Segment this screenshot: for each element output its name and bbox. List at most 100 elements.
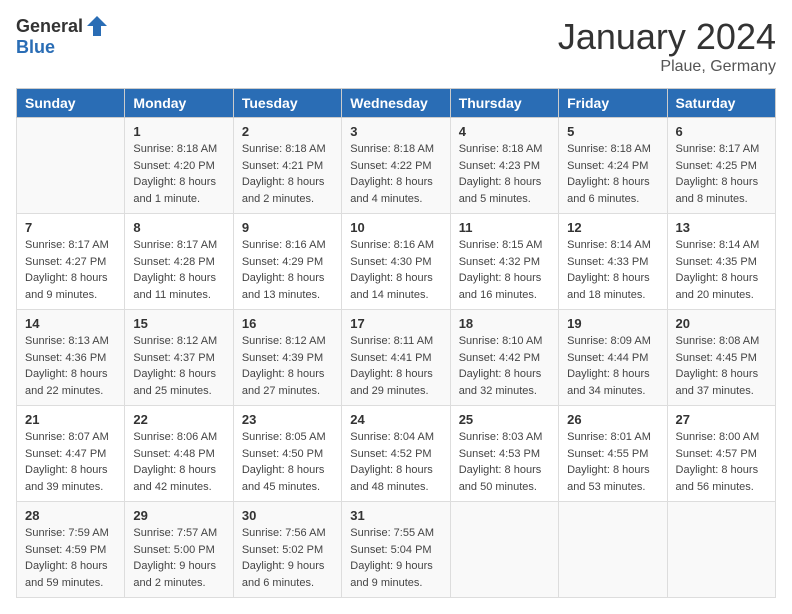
calendar-cell: 20 Sunrise: 8:08 AMSunset: 4:45 PMDayligh… [667, 310, 775, 406]
day-info: Sunrise: 8:10 AMSunset: 4:42 PMDaylight:… [459, 333, 550, 399]
day-info: Sunrise: 8:17 AMSunset: 4:25 PMDaylight:… [676, 141, 767, 207]
calendar-cell: 16Sunrise: 8:12 AMSunset: 4:39 PMDayligh… [233, 310, 341, 406]
calendar-header-saturday: Saturday [667, 89, 775, 118]
calendar-week-2: 7 Sunrise: 8:17 AMSunset: 4:27 PMDaylight… [17, 214, 776, 310]
day-info: Sunrise: 8:18 AMSunset: 4:23 PMDaylight:… [459, 141, 550, 207]
day-info: Sunrise: 7:57 AMSunset: 5:00 PMDaylight:… [133, 525, 224, 591]
calendar-cell [17, 118, 125, 214]
day-info: Sunrise: 8:04 AMSunset: 4:52 PMDaylight:… [350, 429, 441, 495]
calendar-cell: 12 Sunrise: 8:14 AMSunset: 4:33 PMDayligh… [559, 214, 667, 310]
day-info: Sunrise: 8:05 AMSunset: 4:50 PMDaylight:… [242, 429, 333, 495]
day-number: 17 [350, 316, 441, 331]
logo-blue: Blue [16, 37, 55, 57]
calendar-cell: 10Sunrise: 8:16 AMSunset: 4:30 PMDayligh… [342, 214, 450, 310]
day-number: 26 [567, 412, 658, 427]
calendar-table: SundayMondayTuesdayWednesdayThursdayFrid… [16, 88, 776, 598]
day-number: 27 [676, 412, 767, 427]
logo-icon [85, 14, 109, 38]
day-info: Sunrise: 8:18 AMSunset: 4:20 PMDaylight:… [133, 141, 224, 207]
calendar-cell: 25Sunrise: 8:03 AMSunset: 4:53 PMDayligh… [450, 406, 558, 502]
location: Plaue, Germany [558, 58, 776, 76]
calendar-cell: 30 Sunrise: 7:56 AMSunset: 5:02 PMDayligh… [233, 502, 341, 598]
calendar-cell: 9 Sunrise: 8:16 AMSunset: 4:29 PMDaylight… [233, 214, 341, 310]
calendar-cell: 17 Sunrise: 8:11 AMSunset: 4:41 PMDayligh… [342, 310, 450, 406]
day-number: 1 [133, 124, 224, 139]
day-number: 12 [567, 220, 658, 235]
day-info: Sunrise: 7:56 AMSunset: 5:02 PMDaylight:… [242, 525, 333, 591]
calendar-cell: 15 Sunrise: 8:12 AMSunset: 4:37 PMDayligh… [125, 310, 233, 406]
calendar-cell: 11 Sunrise: 8:15 AMSunset: 4:32 PMDayligh… [450, 214, 558, 310]
day-info: Sunrise: 8:15 AMSunset: 4:32 PMDaylight:… [459, 237, 550, 303]
day-number: 4 [459, 124, 550, 139]
calendar-cell: 6Sunrise: 8:17 AMSunset: 4:25 PMDaylight… [667, 118, 775, 214]
day-info: Sunrise: 8:06 AMSunset: 4:48 PMDaylight:… [133, 429, 224, 495]
logo: General Blue [16, 16, 109, 58]
day-number: 8 [133, 220, 224, 235]
calendar-cell: 1 Sunrise: 8:18 AMSunset: 4:20 PMDaylight… [125, 118, 233, 214]
day-number: 15 [133, 316, 224, 331]
calendar-week-3: 14 Sunrise: 8:13 AMSunset: 4:36 PMDayligh… [17, 310, 776, 406]
day-number: 22 [133, 412, 224, 427]
day-number: 11 [459, 220, 550, 235]
day-number: 10 [350, 220, 441, 235]
calendar-cell: 24 Sunrise: 8:04 AMSunset: 4:52 PMDayligh… [342, 406, 450, 502]
day-info: Sunrise: 8:14 AMSunset: 4:33 PMDaylight:… [567, 237, 658, 303]
day-info: Sunrise: 8:12 AMSunset: 4:39 PMDaylight:… [242, 333, 333, 399]
day-number: 14 [25, 316, 116, 331]
calendar-cell: 13Sunrise: 8:14 AMSunset: 4:35 PMDayligh… [667, 214, 775, 310]
calendar-cell: 3 Sunrise: 8:18 AMSunset: 4:22 PMDaylight… [342, 118, 450, 214]
day-info: Sunrise: 8:08 AMSunset: 4:45 PMDaylight:… [676, 333, 767, 399]
calendar-cell: 22 Sunrise: 8:06 AMSunset: 4:48 PMDayligh… [125, 406, 233, 502]
day-info: Sunrise: 8:18 AMSunset: 4:22 PMDaylight:… [350, 141, 441, 207]
calendar-header-tuesday: Tuesday [233, 89, 341, 118]
day-info: Sunrise: 8:00 AMSunset: 4:57 PMDaylight:… [676, 429, 767, 495]
day-number: 7 [25, 220, 116, 235]
calendar-cell [559, 502, 667, 598]
day-info: Sunrise: 8:16 AMSunset: 4:29 PMDaylight:… [242, 237, 333, 303]
calendar-cell: 23 Sunrise: 8:05 AMSunset: 4:50 PMDayligh… [233, 406, 341, 502]
day-number: 18 [459, 316, 550, 331]
calendar-cell [450, 502, 558, 598]
header: General Blue January 2024 Plaue, Germany [16, 16, 776, 76]
calendar-header-sunday: Sunday [17, 89, 125, 118]
day-info: Sunrise: 8:11 AMSunset: 4:41 PMDaylight:… [350, 333, 441, 399]
calendar-cell: 4 Sunrise: 8:18 AMSunset: 4:23 PMDaylight… [450, 118, 558, 214]
day-number: 3 [350, 124, 441, 139]
calendar-header-monday: Monday [125, 89, 233, 118]
title-area: January 2024 Plaue, Germany [558, 16, 776, 76]
calendar-cell: 31 Sunrise: 7:55 AMSunset: 5:04 PMDayligh… [342, 502, 450, 598]
day-number: 23 [242, 412, 333, 427]
calendar-week-1: 1 Sunrise: 8:18 AMSunset: 4:20 PMDaylight… [17, 118, 776, 214]
day-number: 20 [676, 316, 767, 331]
day-info: Sunrise: 8:18 AMSunset: 4:24 PMDaylight:… [567, 141, 658, 207]
calendar-week-5: 28Sunrise: 7:59 AMSunset: 4:59 PMDayligh… [17, 502, 776, 598]
calendar-header-friday: Friday [559, 89, 667, 118]
calendar-cell: 21 Sunrise: 8:07 AMSunset: 4:47 PMDayligh… [17, 406, 125, 502]
day-number: 31 [350, 508, 441, 523]
calendar-cell: 14 Sunrise: 8:13 AMSunset: 4:36 PMDayligh… [17, 310, 125, 406]
day-info: Sunrise: 8:18 AMSunset: 4:21 PMDaylight:… [242, 141, 333, 207]
calendar-cell: 29Sunrise: 7:57 AMSunset: 5:00 PMDayligh… [125, 502, 233, 598]
day-number: 19 [567, 316, 658, 331]
day-info: Sunrise: 8:13 AMSunset: 4:36 PMDaylight:… [25, 333, 116, 399]
day-info: Sunrise: 8:07 AMSunset: 4:47 PMDaylight:… [25, 429, 116, 495]
day-number: 21 [25, 412, 116, 427]
calendar-cell [667, 502, 775, 598]
calendar-header-wednesday: Wednesday [342, 89, 450, 118]
day-number: 9 [242, 220, 333, 235]
day-info: Sunrise: 8:03 AMSunset: 4:53 PMDaylight:… [459, 429, 550, 495]
calendar-body: 1 Sunrise: 8:18 AMSunset: 4:20 PMDaylight… [17, 118, 776, 598]
calendar-cell: 7 Sunrise: 8:17 AMSunset: 4:27 PMDaylight… [17, 214, 125, 310]
calendar-week-4: 21 Sunrise: 8:07 AMSunset: 4:47 PMDayligh… [17, 406, 776, 502]
month-title: January 2024 [558, 16, 776, 58]
day-number: 28 [25, 508, 116, 523]
calendar-cell: 28Sunrise: 7:59 AMSunset: 4:59 PMDayligh… [17, 502, 125, 598]
day-info: Sunrise: 7:55 AMSunset: 5:04 PMDaylight:… [350, 525, 441, 591]
day-number: 2 [242, 124, 333, 139]
day-number: 30 [242, 508, 333, 523]
calendar-cell: 27 Sunrise: 8:00 AMSunset: 4:57 PMDayligh… [667, 406, 775, 502]
day-number: 5 [567, 124, 658, 139]
day-info: Sunrise: 8:17 AMSunset: 4:27 PMDaylight:… [25, 237, 116, 303]
day-number: 24 [350, 412, 441, 427]
day-info: Sunrise: 8:12 AMSunset: 4:37 PMDaylight:… [133, 333, 224, 399]
